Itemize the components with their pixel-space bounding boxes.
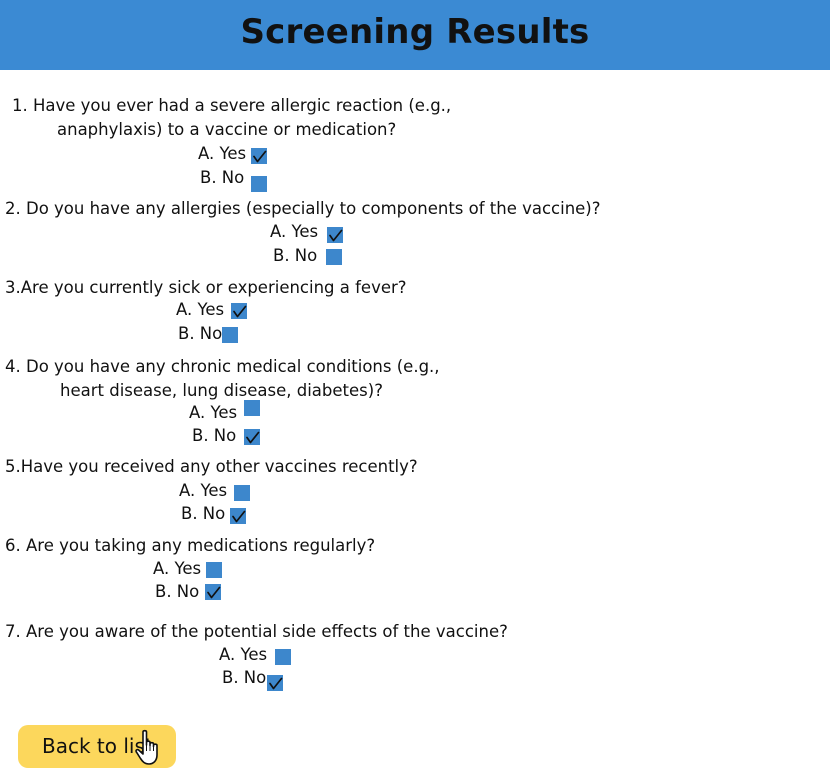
question-1-text: 1. Have you ever had a severe allergic r… bbox=[12, 96, 452, 115]
checkmark-icon bbox=[329, 229, 343, 242]
question-2-no-checkbox[interactable] bbox=[326, 249, 342, 265]
question-1-text-cont: anaphylaxis) to a vaccine or medication? bbox=[57, 120, 397, 139]
question-7-option-yes-label: A. Yes bbox=[219, 645, 268, 664]
question-7-yes-checkbox[interactable] bbox=[275, 649, 291, 665]
page-title: Screening Results bbox=[240, 12, 590, 52]
question-4-no-checkbox[interactable] bbox=[244, 429, 260, 445]
question-4-text-cont: heart disease, lung disease, diabetes)? bbox=[60, 381, 383, 400]
question-2-yes-checkbox[interactable] bbox=[327, 227, 343, 243]
question-4-yes-checkbox[interactable] bbox=[244, 400, 260, 416]
question-7-option-no-label: B. No bbox=[222, 668, 267, 687]
question-6-text: 6. Are you taking any medications regula… bbox=[5, 536, 376, 555]
question-5-no-checkbox[interactable] bbox=[230, 508, 246, 524]
checkmark-icon bbox=[207, 586, 221, 599]
question-5-option-yes-label: A. Yes bbox=[179, 481, 228, 500]
question-4-option-yes-label: A. Yes bbox=[189, 403, 238, 422]
question-2-text: 2. Do you have any allergies (especially… bbox=[5, 199, 601, 218]
question-6-option-no-label: B. No bbox=[155, 582, 200, 601]
header-bar: Screening Results bbox=[0, 0, 830, 70]
question-1-yes-checkbox[interactable] bbox=[251, 148, 267, 164]
question-1-no-checkbox[interactable] bbox=[251, 176, 267, 192]
checkmark-icon bbox=[232, 510, 246, 523]
checkmark-icon bbox=[233, 305, 247, 318]
question-5-option-no-label: B. No bbox=[181, 504, 226, 523]
question-3-no-checkbox[interactable] bbox=[222, 327, 238, 343]
hand-pointer-icon bbox=[135, 729, 158, 765]
checkmark-icon bbox=[253, 150, 267, 163]
question-3-text: 3.Are you currently sick or experiencing… bbox=[5, 278, 407, 297]
question-2-option-no-label: B. No bbox=[273, 246, 318, 265]
question-5-text: 5.Have you received any other vaccines r… bbox=[5, 457, 418, 476]
question-7-text: 7. Are you aware of the potential side e… bbox=[5, 622, 508, 641]
question-3-option-yes-label: A. Yes bbox=[176, 300, 225, 319]
question-1-option-yes-label: A. Yes bbox=[198, 144, 247, 163]
question-7-no-checkbox[interactable] bbox=[267, 675, 283, 691]
question-3-option-no-label: B. No bbox=[178, 324, 223, 343]
question-3-yes-checkbox[interactable] bbox=[231, 303, 247, 319]
question-6-option-yes-label: A. Yes bbox=[153, 559, 202, 578]
checkmark-icon bbox=[269, 677, 283, 690]
question-2-option-yes-label: A. Yes bbox=[270, 222, 319, 241]
question-6-no-checkbox[interactable] bbox=[205, 584, 221, 600]
question-4-text: 4. Do you have any chronic medical condi… bbox=[5, 357, 440, 376]
question-6-yes-checkbox[interactable] bbox=[206, 562, 222, 578]
question-1-option-no-label: B. No bbox=[200, 168, 245, 187]
question-5-yes-checkbox[interactable] bbox=[234, 485, 250, 501]
checkmark-icon bbox=[246, 431, 260, 444]
question-4-option-no-label: B. No bbox=[192, 426, 237, 445]
